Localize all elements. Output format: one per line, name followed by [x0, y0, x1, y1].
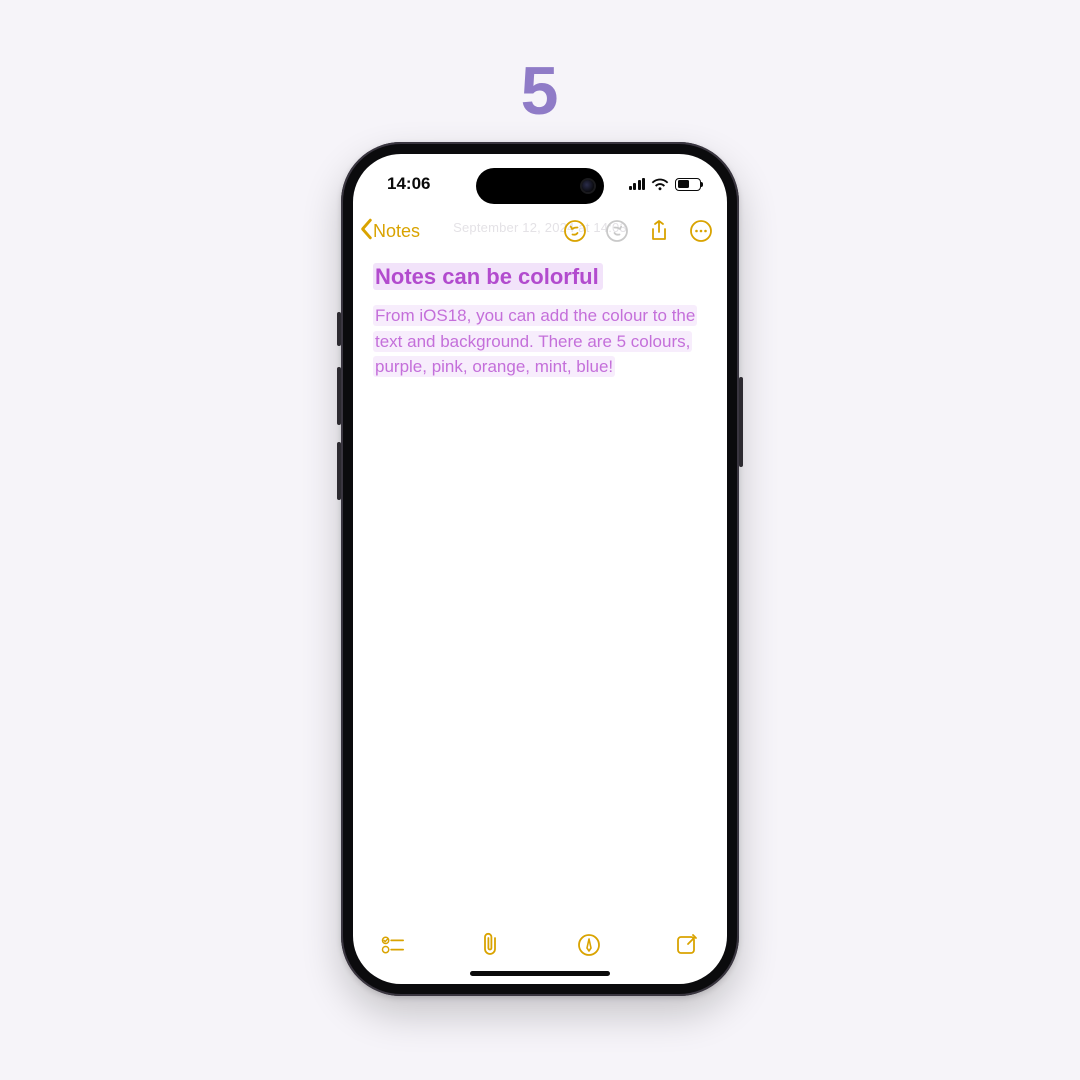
- battery-icon: [675, 178, 701, 191]
- markup-button[interactable]: [577, 933, 601, 957]
- nav-bar: Notes: [353, 210, 727, 252]
- back-button[interactable]: Notes: [359, 218, 420, 245]
- slide-number: 5: [521, 52, 560, 130]
- back-label: Notes: [373, 221, 420, 242]
- more-button[interactable]: [689, 219, 713, 243]
- note-content[interactable]: Notes can be colorful From iOS18, you ca…: [373, 262, 707, 380]
- attachment-button[interactable]: [479, 933, 503, 957]
- home-indicator[interactable]: [470, 971, 610, 976]
- status-icons: [629, 178, 702, 191]
- dynamic-island: [476, 168, 604, 204]
- cellular-signal-icon: [629, 178, 646, 190]
- phone-power-button: [739, 377, 743, 467]
- phone-screen: 14:06 September 12, 2024 at 14:03 Notes: [353, 154, 727, 984]
- status-time: 14:06: [387, 174, 430, 194]
- phone-volume-up: [337, 367, 341, 425]
- phone-frame: 14:06 September 12, 2024 at 14:03 Notes: [341, 142, 739, 996]
- wifi-icon: [651, 178, 669, 191]
- phone-volume-down: [337, 442, 341, 500]
- share-button[interactable]: [647, 219, 671, 243]
- bottom-toolbar: [353, 920, 727, 970]
- redo-button: [605, 219, 629, 243]
- checklist-button[interactable]: [381, 933, 405, 957]
- compose-button[interactable]: [675, 933, 699, 957]
- front-camera-icon: [582, 180, 594, 192]
- phone-silent-switch: [337, 312, 341, 346]
- undo-button[interactable]: [563, 219, 587, 243]
- note-title: Notes can be colorful: [373, 263, 603, 290]
- note-body: From iOS18, you can add the colour to th…: [373, 303, 707, 380]
